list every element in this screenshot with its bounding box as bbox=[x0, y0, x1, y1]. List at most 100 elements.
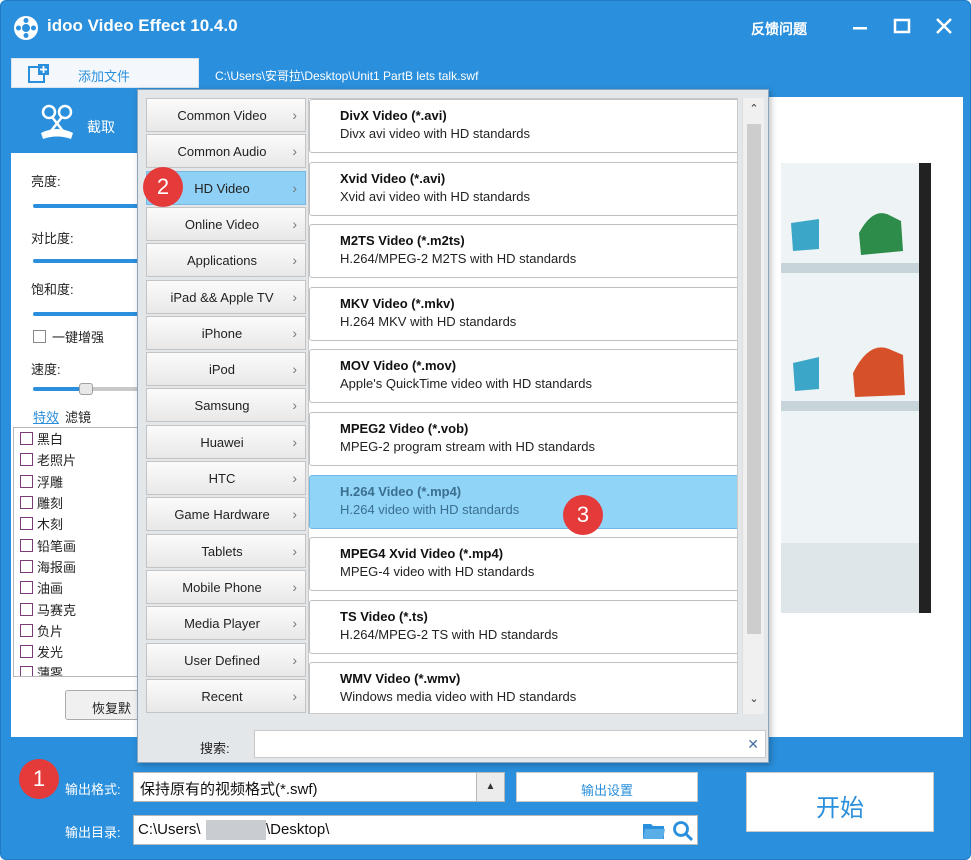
effect-label: 雕刻 bbox=[37, 496, 64, 512]
enhance-label: 一键增强 bbox=[52, 330, 105, 345]
effect-item[interactable]: 老照片 bbox=[14, 449, 140, 470]
close-icon[interactable] bbox=[933, 15, 955, 37]
format-title: WMV Video (*.wmv) bbox=[340, 671, 461, 687]
effect-label: 浮雕 bbox=[37, 474, 64, 490]
category-item[interactable]: iPhone › bbox=[146, 315, 306, 350]
category-item[interactable]: Game Hardware › bbox=[146, 497, 306, 532]
effect-item[interactable]: 油画 bbox=[14, 577, 140, 598]
effect-checkbox[interactable] bbox=[20, 538, 33, 552]
scroll-down-icon[interactable]: ⌄ bbox=[747, 692, 761, 706]
enhance-checkbox[interactable] bbox=[33, 330, 46, 343]
category-item[interactable]: Common Audio › bbox=[146, 134, 306, 169]
effect-item[interactable]: 铅笔画 bbox=[14, 534, 140, 555]
format-item[interactable]: MOV Video (*.mov) Apple's QuickTime video… bbox=[309, 349, 737, 404]
contrast-slider[interactable] bbox=[33, 259, 141, 263]
effect-item[interactable]: 马赛克 bbox=[14, 598, 140, 619]
effects-tabs: 特效 滤镜 bbox=[33, 407, 91, 426]
brightness-label: 亮度: bbox=[31, 174, 61, 189]
chevron-up-icon[interactable]: ▲ bbox=[476, 773, 504, 801]
effect-checkbox[interactable] bbox=[20, 581, 33, 595]
category-item[interactable]: Mobile Phone › bbox=[146, 569, 306, 604]
crop-button[interactable]: 截取 bbox=[11, 97, 141, 153]
tab-effects[interactable]: 特效 bbox=[33, 407, 59, 426]
video-preview-image bbox=[781, 163, 931, 613]
scroll-thumb[interactable] bbox=[747, 124, 761, 634]
category-item[interactable]: Huawei › bbox=[146, 424, 306, 459]
category-item[interactable]: Recent › bbox=[146, 678, 306, 713]
category-item[interactable]: Tablets › bbox=[146, 533, 306, 568]
scroll-up-icon[interactable]: ⌃ bbox=[747, 102, 761, 116]
category-label: iPod bbox=[208, 362, 236, 378]
reset-button[interactable]: 恢复默 bbox=[65, 690, 145, 720]
effect-checkbox[interactable] bbox=[20, 453, 33, 467]
category-item[interactable]: Media Player › bbox=[146, 606, 306, 641]
add-file-button[interactable]: 添加文件 bbox=[11, 58, 199, 88]
output-format-select[interactable]: 保持原有的视频格式(*.swf) ▲ bbox=[133, 772, 505, 802]
search-icon[interactable] bbox=[672, 820, 694, 842]
category-item[interactable]: Samsung › bbox=[146, 388, 306, 423]
clear-search-icon[interactable]: ✕ bbox=[747, 736, 759, 753]
format-description: MPEG-4 video with HD standards bbox=[340, 564, 535, 580]
category-item[interactable]: iPod › bbox=[146, 352, 306, 387]
format-description: Windows media video with HD standards bbox=[340, 689, 577, 705]
effect-checkbox[interactable] bbox=[20, 517, 33, 531]
effect-label: 发光 bbox=[37, 645, 64, 661]
effect-item[interactable]: 木刻 bbox=[14, 513, 140, 534]
crop-label: 截取 bbox=[87, 119, 115, 135]
effect-label: 黑白 bbox=[37, 432, 64, 448]
format-item[interactable]: Xvid Video (*.avi) Xvid avi video with HD… bbox=[309, 161, 737, 216]
film-reel-icon bbox=[14, 16, 38, 40]
category-item[interactable]: iPad && Apple TV › bbox=[146, 279, 306, 314]
title-bar: idoo Video Effect 10.4.0 反馈问题 bbox=[1, 1, 970, 53]
category-item[interactable]: HTC › bbox=[146, 461, 306, 495]
folder-icon[interactable] bbox=[642, 821, 666, 841]
feedback-link[interactable]: 反馈问题 bbox=[751, 19, 807, 39]
start-button[interactable]: 开始 bbox=[746, 772, 934, 832]
effect-checkbox[interactable] bbox=[20, 645, 33, 659]
effect-checkbox[interactable] bbox=[20, 666, 33, 676]
format-item[interactable]: H.264 Video (*.mp4) H.264 video with HD s… bbox=[309, 474, 737, 529]
effect-checkbox[interactable] bbox=[20, 474, 33, 488]
speed-label: 速度: bbox=[31, 362, 61, 377]
format-item[interactable]: TS Video (*.ts) H.264/MPEG-2 TS with HD s… bbox=[309, 599, 737, 654]
effect-item[interactable]: 负片 bbox=[14, 620, 140, 641]
effect-item[interactable]: 浮雕 bbox=[14, 471, 140, 492]
format-item[interactable]: WMV Video (*.wmv) Windows media video wit… bbox=[309, 662, 737, 713]
effect-checkbox[interactable] bbox=[20, 623, 33, 637]
format-description: H.264/MPEG-2 TS with HD standards bbox=[340, 626, 558, 642]
brightness-slider[interactable] bbox=[33, 204, 141, 208]
format-item[interactable]: M2TS Video (*.m2ts) H.264/MPEG-2 M2TS wit… bbox=[309, 224, 737, 279]
tab-filters[interactable]: 滤镜 bbox=[65, 407, 91, 426]
minimize-icon[interactable] bbox=[849, 15, 871, 37]
enhance-option[interactable]: 一键增强 bbox=[33, 327, 104, 346]
effect-checkbox[interactable] bbox=[20, 559, 33, 573]
speed-slider[interactable] bbox=[33, 387, 83, 391]
maximize-icon[interactable] bbox=[891, 15, 913, 37]
category-item[interactable]: User Defined › bbox=[146, 642, 306, 677]
output-settings-button[interactable]: 输出设置 bbox=[516, 772, 698, 802]
effect-item[interactable]: 发光 bbox=[14, 641, 140, 662]
saturation-slider[interactable] bbox=[33, 312, 141, 316]
effect-item[interactable]: 黑白 bbox=[14, 428, 140, 449]
effect-item[interactable]: 雕刻 bbox=[14, 492, 140, 513]
effect-checkbox[interactable] bbox=[20, 432, 33, 446]
format-item[interactable]: MPEG2 Video (*.vob) MPEG-2 program stream… bbox=[309, 412, 737, 466]
effect-checkbox[interactable] bbox=[20, 496, 33, 510]
format-item[interactable]: MPEG4 Xvid Video (*.mp4) MPEG-4 video wit… bbox=[309, 537, 737, 592]
format-item[interactable]: DivX Video (*.avi) Divx avi video with HD… bbox=[309, 99, 737, 153]
step-badge-3: 3 bbox=[563, 495, 603, 535]
effect-label: 马赛克 bbox=[37, 602, 77, 618]
format-search-input[interactable]: ✕ bbox=[254, 730, 766, 758]
category-item[interactable]: Applications › bbox=[146, 243, 306, 278]
category-item[interactable]: Online Video › bbox=[146, 206, 306, 241]
category-label: Tablets bbox=[201, 543, 243, 559]
effect-item[interactable]: 海报画 bbox=[14, 556, 140, 577]
speed-slider-thumb[interactable] bbox=[79, 383, 93, 395]
effect-checkbox[interactable] bbox=[20, 602, 33, 616]
category-item[interactable]: Common Video › bbox=[146, 98, 306, 132]
format-list-scrollbar[interactable]: ⌃ ⌄ bbox=[742, 98, 764, 714]
effect-item[interactable]: 薄雾 bbox=[14, 662, 140, 676]
format-item[interactable]: MKV Video (*.mkv) H.264 MKV with HD stand… bbox=[309, 286, 737, 341]
chevron-right-icon: › bbox=[292, 179, 297, 196]
output-dir-field[interactable]: C:\Users\ \Desktop\ bbox=[133, 815, 698, 845]
